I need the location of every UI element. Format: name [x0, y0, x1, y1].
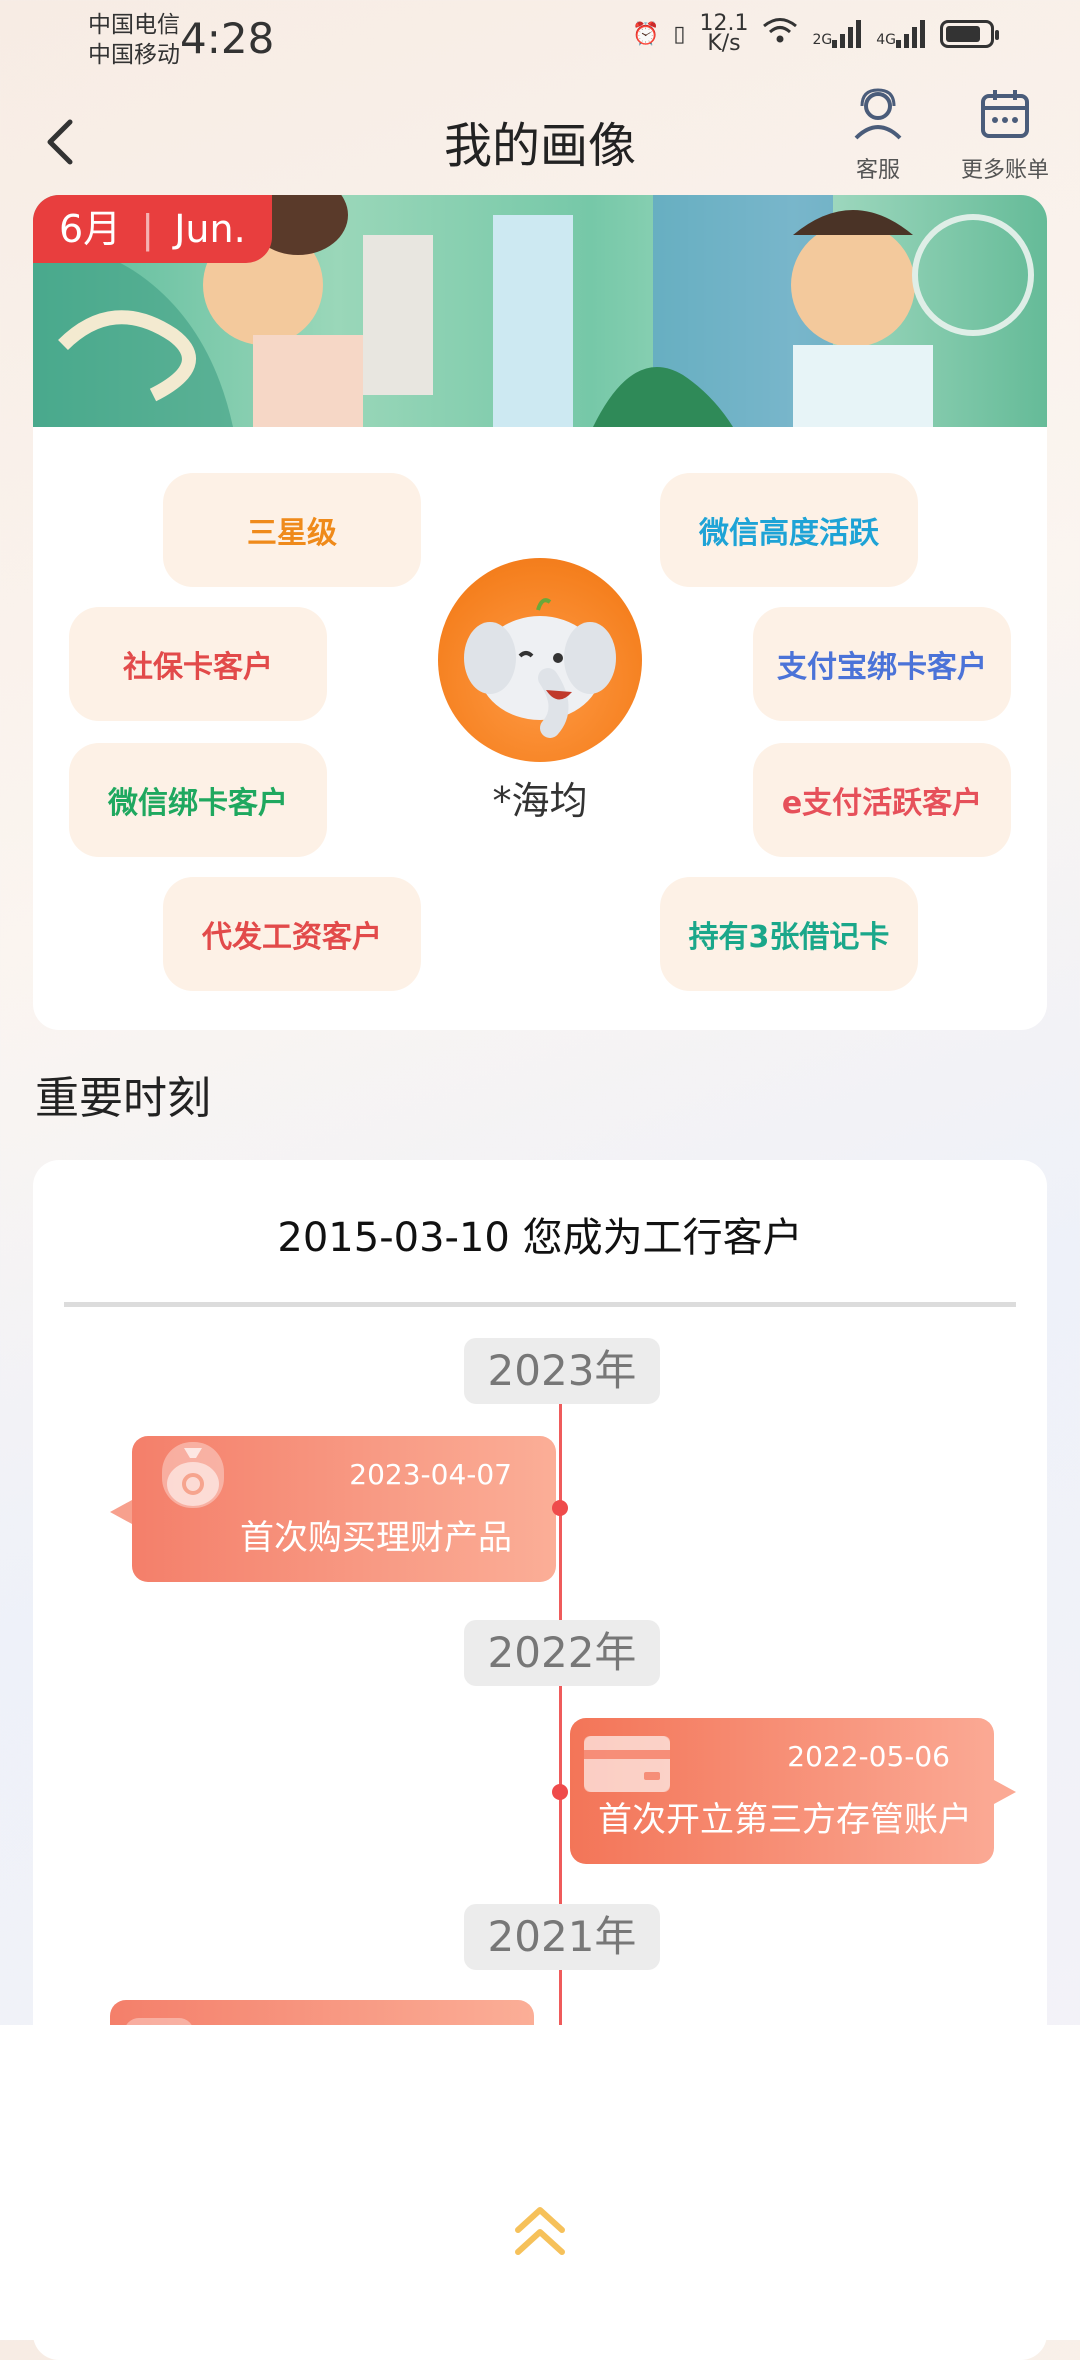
month-badge: 6月 | Jun. [33, 195, 272, 263]
battery-icon [940, 20, 999, 48]
more-bills-button[interactable]: 更多账单 [950, 86, 1060, 184]
signal-icon-2: 4G [876, 20, 926, 48]
elephant-mascot-icon [464, 598, 616, 738]
customer-service-label: 客服 [855, 158, 900, 183]
calendar-icon [977, 86, 1033, 142]
customer-since-text: 2015-03-10 您成为工行客户 [277, 1215, 803, 1261]
speed-unit: K/s [707, 31, 741, 56]
timeline-dot-2022 [552, 1784, 568, 1800]
wifi-icon [762, 17, 798, 51]
tag-6-label: e支付活跃客户 [781, 786, 983, 821]
year-chip-2023: 2023年 [464, 1338, 660, 1404]
month-cn: 6月 [59, 207, 122, 251]
year-chip-2021: 2021年 [464, 1904, 660, 1970]
tag-2-label: 微信高度活跃 [699, 516, 879, 551]
username: *海均 [492, 779, 588, 823]
status-time: 4:28 [180, 14, 275, 63]
timeline-dot-2023 [552, 1500, 568, 1516]
network-speed: 12.1 K/s [699, 13, 748, 56]
money-bag-icon [162, 1442, 224, 1508]
tag-8-label: 持有3张借记卡 [688, 920, 890, 955]
event-date: 2022-05-06 [787, 1740, 950, 1773]
tag-7: 代发工资客户 [163, 877, 421, 991]
tag-4-label: 支付宝绑卡客户 [777, 650, 987, 685]
more-bills-label: 更多账单 [960, 158, 1049, 183]
month-divider: | [141, 207, 155, 251]
tag-3: 社保卡客户 [69, 607, 327, 721]
status-icons: ⏰ ▯ 12.1 K/s 2G 4G [631, 13, 999, 56]
carrier-2: 中国移动 [88, 42, 180, 68]
network-type-1: 2G [812, 32, 833, 48]
signal-icon-1: 2G [812, 20, 862, 48]
tag-4: 支付宝绑卡客户 [753, 607, 1011, 721]
avatar[interactable] [438, 558, 642, 762]
tag-6: e支付活跃客户 [753, 743, 1011, 857]
timeline-event-2023[interactable]: 2023-04-07 首次购买理财产品 [132, 1436, 556, 1582]
tag-8: 持有3张借记卡 [660, 877, 918, 991]
event-pointer-left [110, 1500, 132, 1524]
tag-2: 微信高度活跃 [660, 473, 918, 587]
tag-7-label: 代发工资客户 [202, 920, 382, 955]
year-chip-2022: 2022年 [464, 1620, 660, 1686]
event-date: 2023-04-07 [349, 1458, 512, 1491]
tag-1: 三星级 [163, 473, 421, 587]
carrier-1: 中国电信 [88, 12, 180, 38]
network-type-2: 4G [876, 32, 896, 48]
double-chevron-up-icon [515, 2207, 565, 2255]
month-en: Jun. [174, 207, 246, 251]
section-title-moments: 重要时刻 [35, 1073, 211, 1124]
carrier-info: 中国电信 中国移动 [88, 10, 180, 70]
scroll-up-button[interactable] [510, 2200, 570, 2260]
event-pointer-right [994, 1780, 1016, 1804]
customer-service-icon [850, 86, 906, 142]
event-label: 首次开立第三方存管账户 [598, 1800, 972, 1840]
customer-service-button[interactable]: 客服 [823, 86, 933, 184]
event-label: 首次购买理财产品 [240, 1518, 512, 1558]
divider [64, 1302, 1016, 1307]
alarm-icon: ⏰ [631, 21, 660, 47]
vibrate-icon: ▯ [673, 21, 686, 47]
bank-card-icon [584, 1736, 670, 1792]
tag-3-label: 社保卡客户 [123, 650, 273, 685]
tag-5-label: 微信绑卡客户 [108, 786, 288, 821]
tag-1-label: 三星级 [247, 516, 337, 551]
timeline-event-2022[interactable]: 2022-05-06 首次开立第三方存管账户 [570, 1718, 994, 1864]
bottom-area [0, 2025, 1080, 2340]
tag-5: 微信绑卡客户 [69, 743, 327, 857]
